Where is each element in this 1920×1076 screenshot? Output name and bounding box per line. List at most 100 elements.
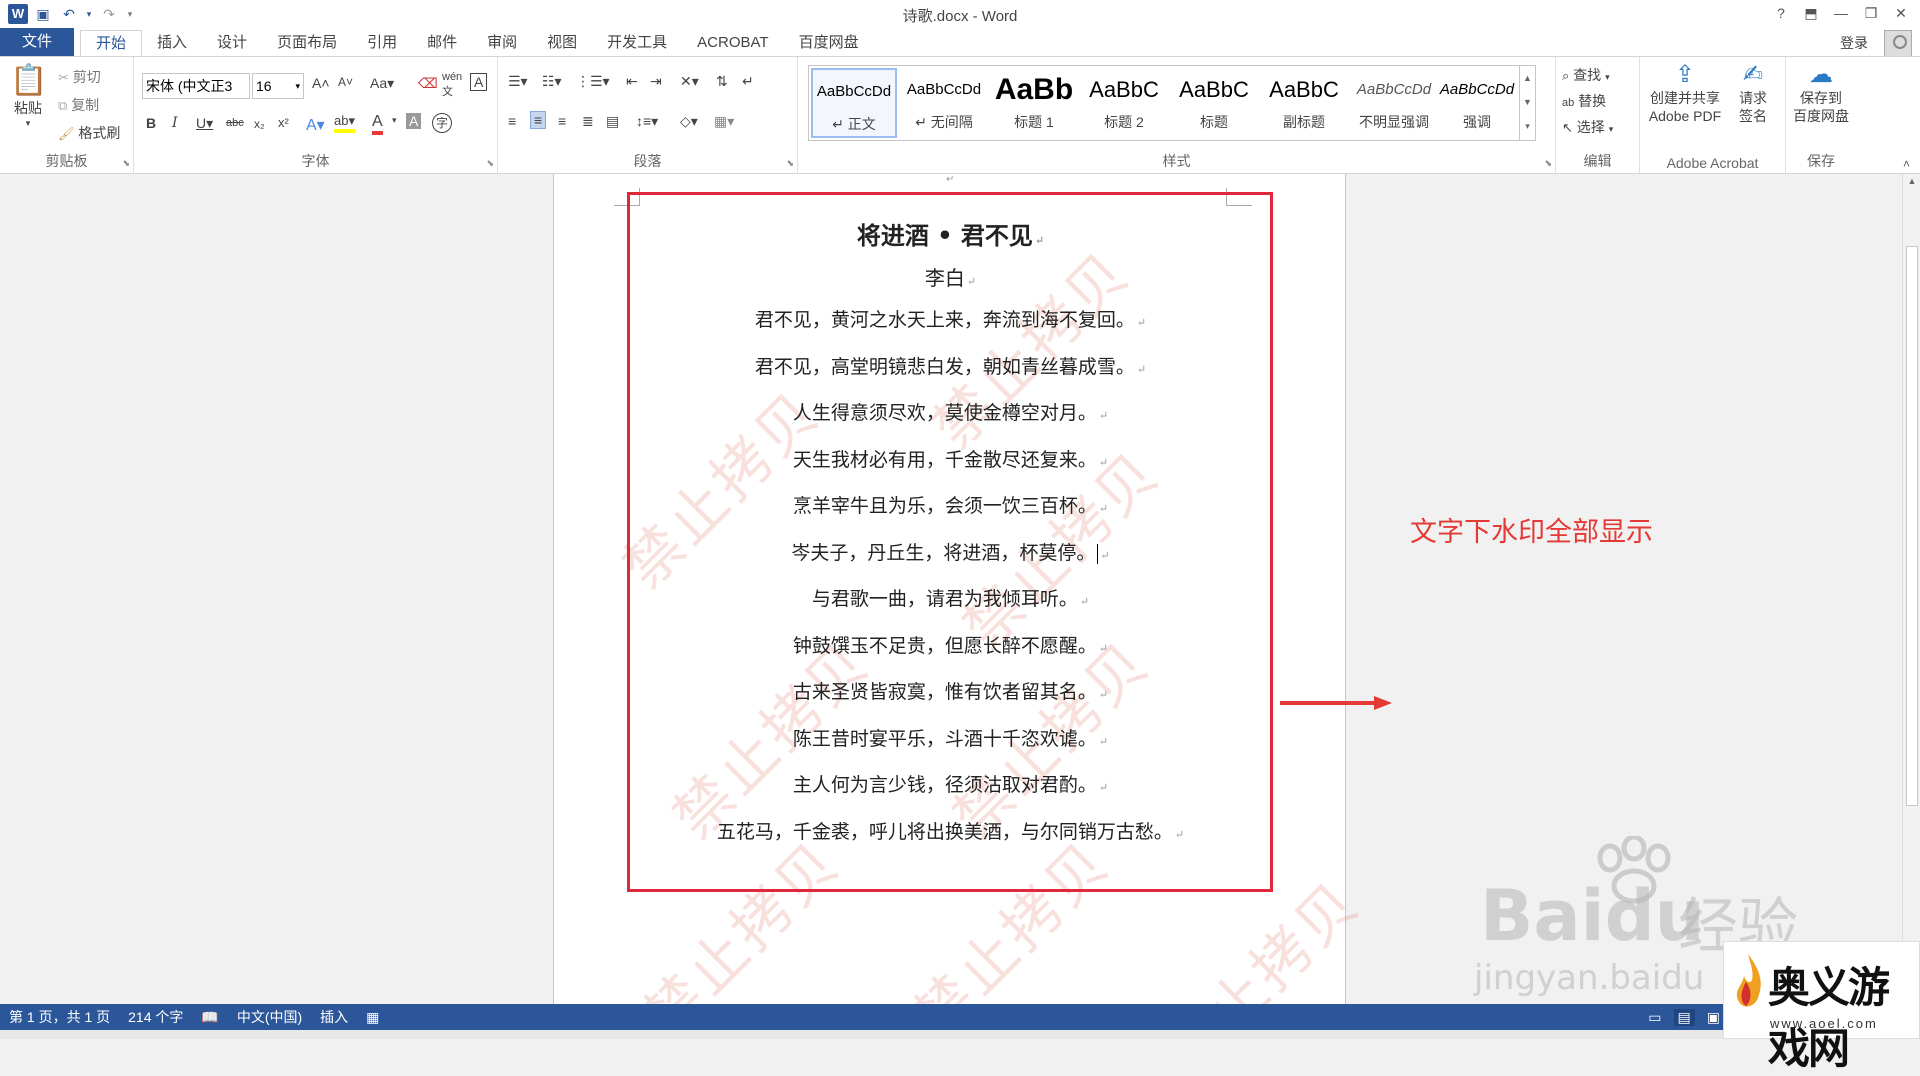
text-effects-icon[interactable]: A▾ xyxy=(306,115,325,135)
font-size-box[interactable]: 16 ▾ xyxy=(252,73,304,99)
cut-button[interactable]: ✂ 剪切 xyxy=(58,67,101,87)
gallery-up-icon[interactable]: ▲ xyxy=(1520,66,1535,90)
ribbon-display-icon[interactable]: ⬒ xyxy=(1798,2,1824,24)
language-indicator[interactable]: 中文(中国) xyxy=(228,1007,311,1027)
request-sign-button[interactable]: ✍ 请求 签名 xyxy=(1728,61,1778,125)
redo-icon[interactable]: ↷ xyxy=(98,3,120,25)
help-icon[interactable]: ? xyxy=(1768,2,1794,24)
find-button[interactable]: ⌕ 查找 ▾ xyxy=(1562,65,1610,85)
bullets-icon[interactable]: ☰▾ xyxy=(508,73,528,90)
login-link[interactable]: 登录 xyxy=(1840,33,1868,53)
read-mode-icon[interactable]: ▭ xyxy=(1648,1009,1661,1026)
tab-acrobat[interactable]: ACROBAT xyxy=(682,30,783,56)
scroll-thumb[interactable] xyxy=(1906,246,1918,806)
italic-icon[interactable]: I xyxy=(172,115,178,131)
tab-review[interactable]: 审阅 xyxy=(472,30,532,56)
subscript-icon[interactable]: x₂ xyxy=(254,117,265,131)
tab-baidu-netdisk[interactable]: 百度网盘 xyxy=(784,30,874,56)
paragraph-launcher-icon[interactable]: ⬊ xyxy=(786,158,794,169)
vertical-scrollbar[interactable]: ▲ xyxy=(1902,174,1920,1004)
justify-icon[interactable]: ≣ xyxy=(582,113,594,130)
phonetic-guide-icon[interactable]: wén 文 xyxy=(442,71,462,99)
sort-icon[interactable]: ⇅ xyxy=(716,73,728,90)
clear-formatting-icon[interactable]: ⌫ xyxy=(418,75,438,92)
print-layout-icon[interactable]: ▤ xyxy=(1673,1008,1695,1026)
multilevel-list-icon[interactable]: ⋮☰▾ xyxy=(576,73,610,90)
style-heading-1[interactable]: AaBb 标题 1 xyxy=(991,68,1077,138)
close-icon[interactable]: ✕ xyxy=(1888,2,1914,24)
scroll-up-icon[interactable]: ▲ xyxy=(1903,176,1920,186)
shrink-font-icon[interactable]: A˅ xyxy=(338,75,353,89)
styles-launcher-icon[interactable]: ⬊ xyxy=(1544,158,1552,169)
tab-layout[interactable]: 页面布局 xyxy=(262,30,352,56)
gallery-scroll[interactable]: ▲ ▼ ▾ xyxy=(1519,66,1535,140)
web-layout-icon[interactable]: ▣ xyxy=(1707,1009,1720,1026)
paste-button[interactable]: 📋 粘贴 ▾ xyxy=(10,63,47,129)
style-subtitle[interactable]: AaBbC 副标题 xyxy=(1261,68,1347,138)
style-heading-2[interactable]: AaBbC 标题 2 xyxy=(1081,68,1167,138)
highlight-icon[interactable]: ab▾ xyxy=(334,113,355,133)
tab-view[interactable]: 视图 xyxy=(532,30,592,56)
macro-record-icon[interactable]: ▦ xyxy=(357,1009,388,1026)
tab-file[interactable]: 文件 xyxy=(0,28,75,56)
style-title[interactable]: AaBbC 标题 xyxy=(1171,68,1257,138)
clipboard-launcher-icon[interactable]: ⬊ xyxy=(122,158,130,169)
avatar[interactable] xyxy=(1884,30,1912,58)
font-color-dropdown-icon[interactable]: ▾ xyxy=(392,115,397,126)
document-page[interactable]: ↵ 禁止拷贝 禁止拷贝 禁止拷贝 禁止拷贝 禁止拷贝 禁止拷贝 禁止拷贝 禁止拷… xyxy=(553,174,1373,1004)
bold-icon[interactable]: B xyxy=(146,115,156,131)
show-marks-icon[interactable]: ↵ xyxy=(742,73,754,90)
shading-icon[interactable]: ◇▾ xyxy=(680,113,698,130)
customize-qat-icon[interactable]: ▾ xyxy=(124,3,136,25)
align-center-icon[interactable]: ≡ xyxy=(530,111,547,129)
gallery-down-icon[interactable]: ▼ xyxy=(1520,90,1535,114)
char-shading-icon[interactable]: A xyxy=(406,113,422,129)
enclose-chars-icon[interactable]: 字 xyxy=(432,113,452,133)
chinese-layout-icon[interactable]: ✕▾ xyxy=(680,73,699,90)
tab-mailings[interactable]: 邮件 xyxy=(412,30,472,56)
save-to-baidu-button[interactable]: ☁ 保存到 百度网盘 xyxy=(1790,61,1852,125)
strikethrough-icon[interactable]: abc xyxy=(226,117,244,129)
create-pdf-button[interactable]: ⇪ 创建并共享 Adobe PDF xyxy=(1646,61,1724,125)
numbering-icon[interactable]: ☷▾ xyxy=(542,73,562,90)
proofing-icon[interactable]: 📖 xyxy=(192,1009,227,1026)
replace-button[interactable]: ab 替换 xyxy=(1562,91,1606,111)
increase-indent-icon[interactable]: ⇥ xyxy=(650,73,662,90)
tab-design[interactable]: 设计 xyxy=(202,30,262,56)
undo-icon[interactable]: ↶ xyxy=(58,3,80,25)
gallery-more-icon[interactable]: ▾ xyxy=(1520,114,1535,138)
line-spacing-icon[interactable]: ↕≡▾ xyxy=(636,113,658,130)
superscript-icon[interactable]: x² xyxy=(278,115,289,130)
minimize-icon[interactable]: — xyxy=(1828,2,1854,24)
font-color-icon[interactable]: A xyxy=(372,113,383,135)
change-case-icon[interactable]: Aa▾ xyxy=(370,75,394,92)
format-painter-button[interactable]: 🖌 格式刷 xyxy=(58,123,120,143)
tab-developer[interactable]: 开发工具 xyxy=(592,30,682,56)
page-count[interactable]: 第 1 页，共 1 页 xyxy=(0,1007,119,1027)
restore-icon[interactable]: ❐ xyxy=(1858,2,1884,24)
style-subtle-emphasis[interactable]: AaBbCcDd 不明显强调 xyxy=(1351,68,1437,138)
grow-font-icon[interactable]: A˄ xyxy=(312,75,330,91)
select-button[interactable]: ↖ 选择 ▾ xyxy=(1562,117,1613,137)
style-no-spacing[interactable]: AaBbCcDd ↵ 无间隔 xyxy=(901,68,987,138)
tab-home[interactable]: 开始 xyxy=(80,30,143,57)
distributed-icon[interactable]: ▤ xyxy=(606,113,619,130)
borders-icon[interactable]: ▦▾ xyxy=(714,113,734,130)
align-left-icon[interactable]: ≡ xyxy=(508,113,516,129)
font-name-box[interactable]: 宋体 (中文正3 xyxy=(142,73,250,99)
decrease-indent-icon[interactable]: ⇤ xyxy=(626,73,638,90)
word-count[interactable]: 214 个字 xyxy=(119,1007,192,1027)
align-right-icon[interactable]: ≡ xyxy=(558,113,566,129)
style-emphasis[interactable]: AaBbCcDd 强调 xyxy=(1437,68,1517,138)
save-icon[interactable]: ▣ xyxy=(32,3,54,25)
tab-insert[interactable]: 插入 xyxy=(142,30,202,56)
style-normal[interactable]: AaBbCcDd ↵ 正文 xyxy=(811,68,897,138)
tab-references[interactable]: 引用 xyxy=(352,30,412,56)
underline-icon[interactable]: U▾ xyxy=(196,115,213,132)
char-border-icon[interactable]: A xyxy=(470,73,488,91)
undo-dropdown-icon[interactable]: ▾ xyxy=(84,3,94,25)
font-launcher-icon[interactable]: ⬊ xyxy=(486,158,494,169)
collapse-ribbon-icon[interactable]: ˄ xyxy=(1903,157,1910,171)
copy-button[interactable]: ⧉ 复制 xyxy=(58,95,99,115)
insert-mode[interactable]: 插入 xyxy=(311,1007,357,1027)
